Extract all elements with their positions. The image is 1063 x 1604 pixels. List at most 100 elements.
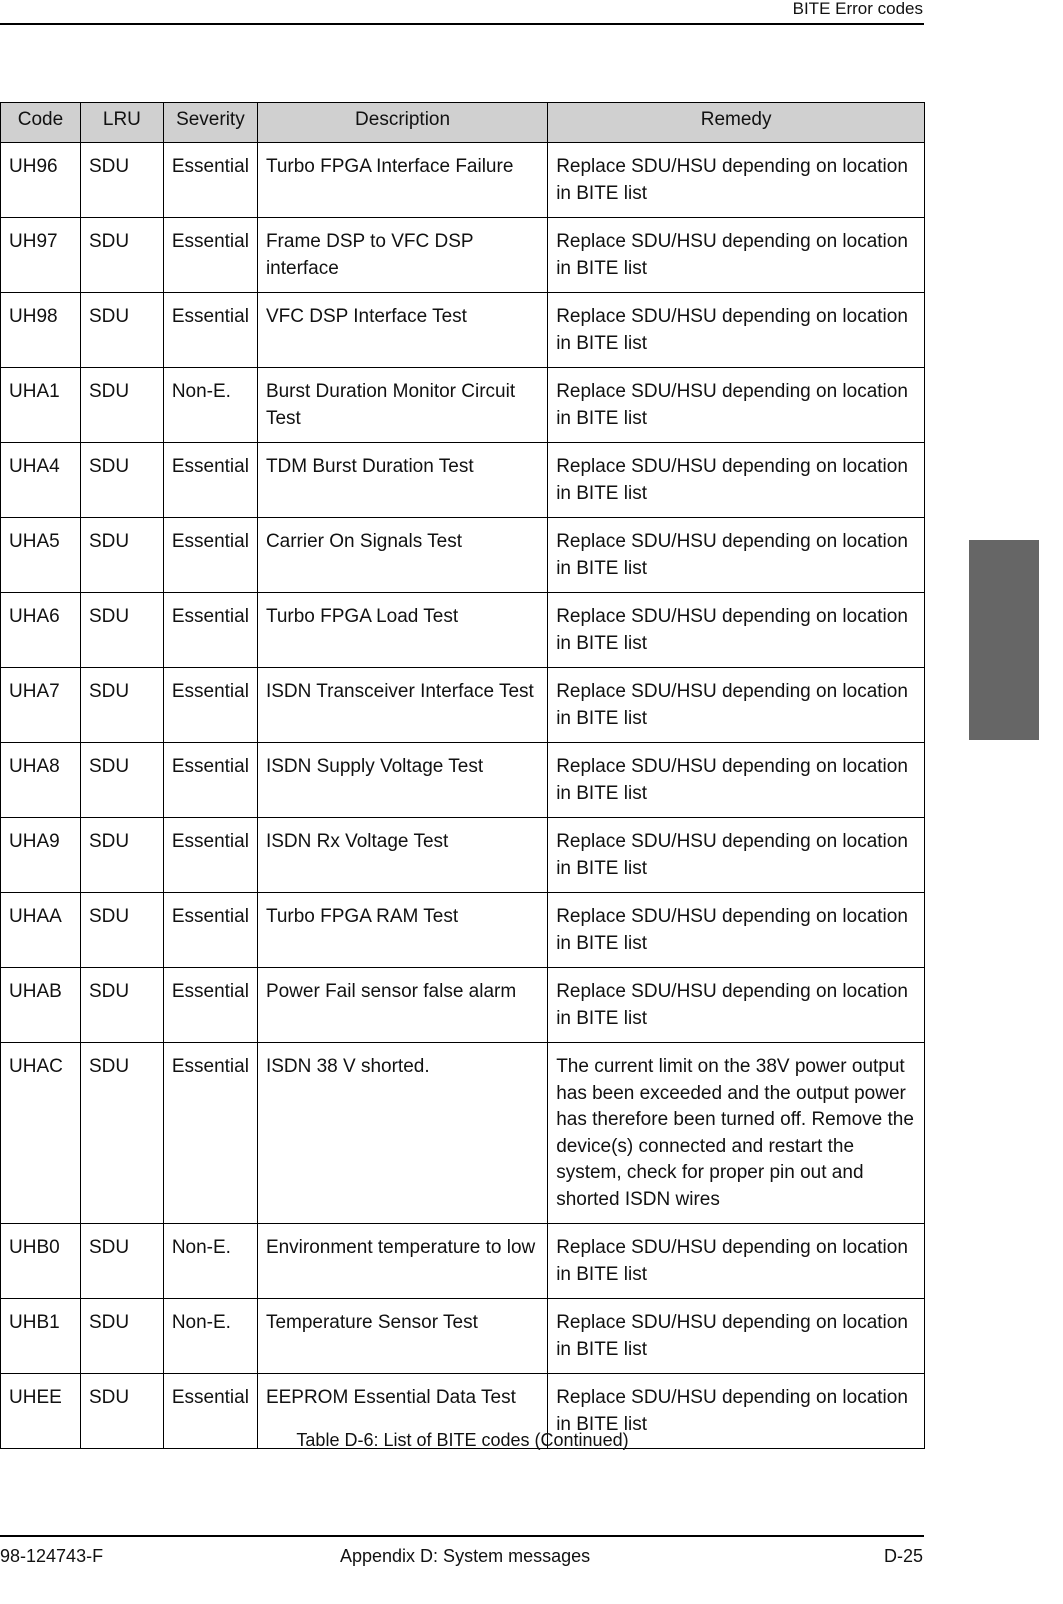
cell-remedy: Replace SDU/HSU depending on location in… [547, 667, 925, 743]
cell-code: UH98 [0, 292, 81, 368]
column-header-code: Code [0, 102, 81, 143]
table-row: UHB1 SDU Non-E. Temperature Sensor Test Repl… [0, 1298, 925, 1374]
table-row: UHB0 SDU Non-E. Environment temperature to … [0, 1223, 925, 1299]
cell-severity: Non-E. [162, 367, 258, 443]
table-row: UHA8 SDU Essential ISDN Supply Voltage Test… [0, 742, 925, 818]
cell-lru: SDU [79, 1223, 164, 1299]
cell-severity: Non-E. [162, 1298, 258, 1374]
cell-description: Environment temperature to low [256, 1223, 549, 1299]
cell-severity: Essential [162, 667, 258, 743]
cell-description: ISDN Transceiver Interface Test [256, 667, 549, 743]
cell-description: ISDN Rx Voltage Test [256, 817, 549, 893]
cell-lru: SDU [79, 217, 164, 293]
cell-code: UHA9 [0, 817, 81, 893]
cell-remedy: The current limit on the 38V power outpu… [547, 1042, 925, 1224]
cell-severity: Essential [162, 742, 258, 818]
table-row: UHA5 SDU Essential Carrier On Signals Test R… [0, 517, 925, 593]
table-row: UH96 SDU Essential Turbo FPGA Interface Fai… [0, 142, 925, 218]
cell-remedy: Replace SDU/HSU depending on location in… [547, 892, 925, 968]
table-row: UH98 SDU Essential VFC DSP Interface Test Re… [0, 292, 925, 368]
header-rule [0, 23, 924, 25]
cell-code: UHAB [0, 967, 81, 1043]
cell-code: UHA7 [0, 667, 81, 743]
cell-remedy: Replace SDU/HSU depending on location in… [547, 367, 925, 443]
cell-remedy: Replace SDU/HSU depending on location in… [547, 967, 925, 1043]
cell-lru: SDU [79, 292, 164, 368]
table-header-row: Code LRU Severity Description Remedy [0, 102, 925, 143]
column-header-remedy: Remedy [547, 102, 925, 143]
cell-code: UH97 [0, 217, 81, 293]
cell-severity: Essential [162, 517, 258, 593]
cell-remedy: Replace SDU/HSU depending on location in… [547, 517, 925, 593]
table-row: UHAC SDU Essential ISDN 38 V shorted. The cu… [0, 1042, 925, 1224]
cell-code: UH96 [0, 142, 81, 218]
cell-description: Frame DSP to VFC DSP interface [256, 217, 549, 293]
cell-description: ISDN Supply Voltage Test [256, 742, 549, 818]
cell-severity: Essential [162, 892, 258, 968]
cell-severity: Non-E. [162, 1223, 258, 1299]
cell-description: Turbo FPGA RAM Test [256, 892, 549, 968]
cell-remedy: Replace SDU/HSU depending on location in… [547, 1223, 925, 1299]
cell-lru: SDU [79, 592, 164, 668]
footer-section: Appendix D: System messages [340, 1546, 591, 1566]
cell-code: UHA8 [0, 742, 81, 818]
cell-lru: SDU [79, 1042, 164, 1224]
cell-remedy: Replace SDU/HSU depending on location in… [547, 142, 925, 218]
cell-severity: Essential [162, 592, 258, 668]
cell-lru: SDU [79, 817, 164, 893]
footer-doc-number: 98-124743-F [0, 1546, 104, 1566]
column-header-description: Description [256, 102, 549, 143]
cell-lru: SDU [79, 967, 164, 1043]
cell-remedy: Replace SDU/HSU depending on location in… [547, 742, 925, 818]
cell-description: Carrier On Signals Test [256, 517, 549, 593]
cell-code: UHAA [0, 892, 81, 968]
cell-lru: SDU [79, 442, 164, 518]
bite-codes-table: Code LRU Severity Description Remedy UH9… [0, 102, 925, 1449]
table-row: UH97 SDU Essential Frame DSP to VFC DSP int… [0, 217, 925, 293]
cell-code: UHAC [0, 1042, 81, 1224]
cell-description: Power Fail sensor false alarm [256, 967, 549, 1043]
cell-description: TDM Burst Duration Test [256, 442, 549, 518]
cell-remedy: Replace SDU/HSU depending on location in… [547, 442, 925, 518]
cell-description: Burst Duration Monitor Circuit Test [256, 367, 549, 443]
cell-description: ISDN 38 V shorted. [256, 1042, 549, 1224]
cell-severity: Essential [162, 292, 258, 368]
cell-remedy: Replace SDU/HSU depending on location in… [547, 1298, 925, 1374]
cell-description: Temperature Sensor Test [256, 1298, 549, 1374]
cell-description: VFC DSP Interface Test [256, 292, 549, 368]
cell-severity: Essential [162, 142, 258, 218]
footer-page-number: D-25 [883, 1546, 923, 1566]
table-row: UHA1 SDU Non-E. Burst Duration Monitor Circ… [0, 367, 925, 443]
cell-lru: SDU [79, 667, 164, 743]
table-row: UHA4 SDU Essential TDM Burst Duration Test R… [0, 442, 925, 518]
cell-description: Turbo FPGA Load Test [256, 592, 549, 668]
cell-severity: Essential [162, 442, 258, 518]
cell-code: UHB0 [0, 1223, 81, 1299]
cell-code: UHA1 [0, 367, 81, 443]
table-row: UHA7 SDU Essential ISDN Transceiver Interfa… [0, 667, 925, 743]
table-row: UHAA SDU Essential Turbo FPGA RAM Test Repla… [0, 892, 925, 968]
running-header-title: BITE Error codes [792, 0, 923, 18]
column-header-lru: LRU [79, 102, 164, 143]
cell-lru: SDU [79, 367, 164, 443]
chapter-side-tab [969, 540, 1039, 740]
column-header-severity: Severity [162, 102, 258, 143]
cell-code: UHA4 [0, 442, 81, 518]
footer-rule [0, 1535, 924, 1537]
cell-remedy: Replace SDU/HSU depending on location in… [547, 217, 925, 293]
cell-lru: SDU [79, 1298, 164, 1374]
cell-lru: SDU [79, 142, 164, 218]
cell-severity: Essential [162, 817, 258, 893]
table-row: UHA6 SDU Essential Turbo FPGA Load Test Repl… [0, 592, 925, 668]
cell-remedy: Replace SDU/HSU depending on location in… [547, 292, 925, 368]
table-caption: Table D-6: List of BITE codes (Continued… [296, 1430, 629, 1450]
table-body: UH96 SDU Essential Turbo FPGA Interface Fai… [0, 142, 925, 1449]
table-row: UHAB SDU Essential Power Fail sensor false … [0, 967, 925, 1043]
cell-code: UHB1 [0, 1298, 81, 1374]
cell-code: UHA5 [0, 517, 81, 593]
cell-severity: Essential [162, 967, 258, 1043]
table-row: UHA9 SDU Essential ISDN Rx Voltage Test Repl… [0, 817, 925, 893]
cell-remedy: Replace SDU/HSU depending on location in… [547, 592, 925, 668]
cell-remedy: Replace SDU/HSU depending on location in… [547, 817, 925, 893]
cell-severity: Essential [162, 1042, 258, 1224]
